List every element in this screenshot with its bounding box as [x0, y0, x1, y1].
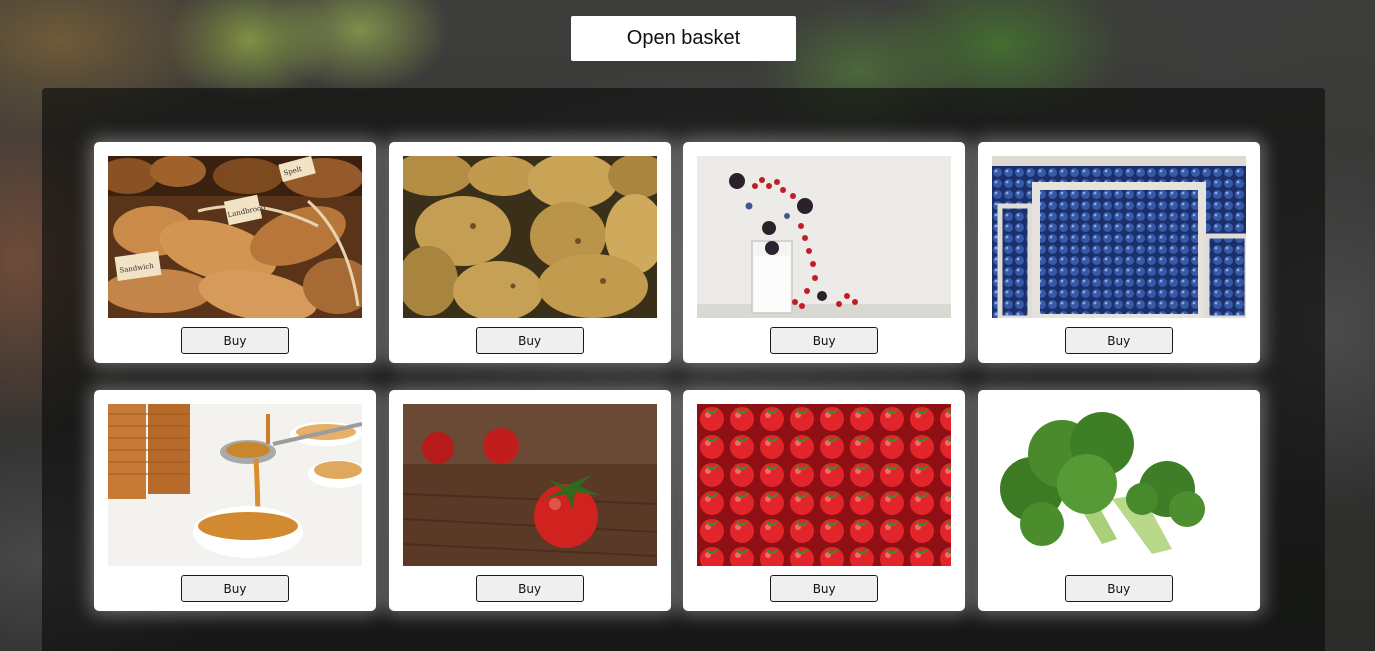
- honey-photo: [108, 404, 362, 566]
- product-grid: Landbrood Sandwich Spelt Buy Buy Buy Buy…: [94, 142, 1261, 611]
- buy-button[interactable]: Buy: [1064, 575, 1173, 602]
- buy-button[interactable]: Buy: [475, 575, 584, 602]
- product-card: Buy: [683, 390, 966, 611]
- buy-button[interactable]: Buy: [770, 327, 879, 354]
- product-card: Buy: [683, 142, 966, 363]
- product-card: Buy: [94, 390, 376, 611]
- buy-button[interactable]: Buy: [181, 575, 289, 602]
- potatoes-photo: [402, 156, 657, 318]
- blueberries-photo: [991, 156, 1246, 318]
- strawberries-photo: [697, 404, 952, 566]
- buy-button[interactable]: Buy: [475, 327, 584, 354]
- buy-button[interactable]: Buy: [1064, 327, 1173, 354]
- buy-button[interactable]: Buy: [770, 575, 879, 602]
- product-card: Buy: [388, 390, 671, 611]
- buy-button[interactable]: Buy: [181, 327, 289, 354]
- bread-photo: Landbrood Sandwich Spelt: [108, 156, 362, 318]
- product-card: Landbrood Sandwich Spelt Buy: [94, 142, 376, 363]
- tomatoes-photo: [402, 404, 657, 566]
- broccoli-photo: [991, 404, 1246, 566]
- berries-yogurt-photo: [697, 156, 952, 318]
- product-card: Buy: [388, 142, 671, 363]
- open-basket-button[interactable]: Open basket: [571, 16, 796, 61]
- product-card: Buy: [977, 390, 1260, 611]
- product-card: Buy: [977, 142, 1260, 363]
